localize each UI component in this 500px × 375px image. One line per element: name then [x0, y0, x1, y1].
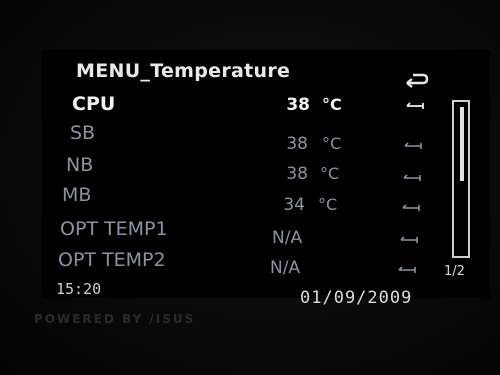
row-unit: °C [322, 134, 342, 153]
row-arrow-icon [406, 102, 424, 109]
branding-logo: POWERED BY /ISUS [34, 312, 196, 326]
row-unit: °C [318, 195, 338, 214]
row-value: 34 [283, 195, 305, 215]
row-value: 38 [286, 164, 308, 184]
temperature-row-opt-temp2[interactable]: OPT TEMP2 N/A [0, 249, 440, 278]
back-arrow-icon[interactable] [404, 70, 430, 88]
scrollbar-thumb[interactable] [460, 107, 464, 181]
row-value: N/A [270, 258, 301, 278]
page-indicator: 1/2 [444, 264, 465, 279]
temperature-row-mb[interactable]: MB 34 °C [0, 184, 440, 215]
row-unit: °C [320, 164, 340, 183]
clock: 15:20 [56, 280, 102, 298]
row-label: OPT TEMP1 [60, 218, 168, 240]
row-arrow-icon [404, 142, 422, 149]
row-arrow-icon [400, 236, 418, 243]
temperature-row-nb[interactable]: NB 38 °C [0, 154, 440, 184]
date: 01/09/2009 [300, 288, 413, 308]
row-value: 38 [286, 95, 310, 115]
temperature-row-cpu[interactable]: CPU 38 °C [0, 93, 440, 119]
row-value: N/A [272, 228, 303, 248]
scrollbar[interactable] [452, 100, 470, 258]
temperature-row-sb[interactable]: SB 38 °C [0, 122, 440, 154]
row-label: NB [66, 154, 94, 176]
row-arrow-icon [402, 204, 420, 211]
row-value: 38 [286, 134, 308, 154]
row-arrow-icon [398, 266, 416, 273]
row-label: CPU [72, 93, 116, 115]
row-label: SB [70, 122, 96, 144]
row-arrow-icon [403, 174, 421, 181]
row-label: OPT TEMP2 [58, 249, 166, 271]
temperature-row-opt-temp1[interactable]: OPT TEMP1 N/A [0, 218, 440, 248]
row-label: MB [62, 184, 92, 206]
row-unit: °C [322, 95, 342, 114]
page-title: MENU_Temperature [76, 60, 291, 82]
